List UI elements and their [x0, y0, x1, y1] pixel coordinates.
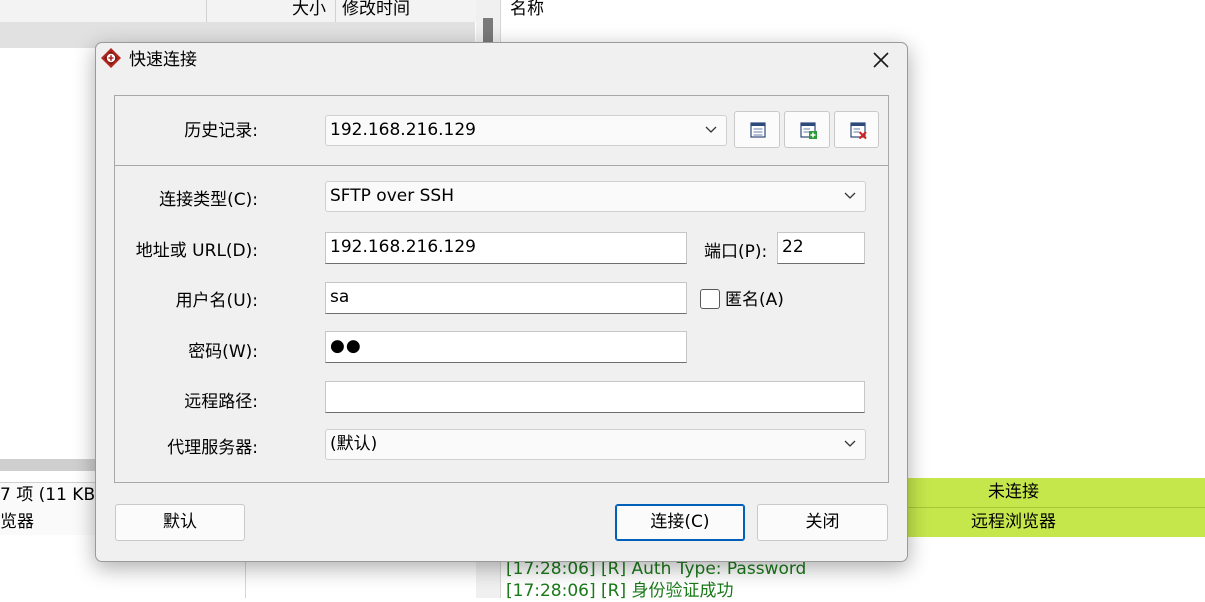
local-browser-label: 览器 [0, 512, 34, 532]
username-label: 用户名(U): [175, 291, 258, 311]
username-input[interactable]: sa [325, 282, 687, 314]
proxy-label: 代理服务器: [167, 438, 258, 458]
history-value: 192.168.216.129 [330, 120, 477, 140]
delete-entry-icon [850, 122, 867, 140]
address-input[interactable]: 192.168.216.129 [325, 232, 687, 264]
remote-path-input[interactable] [325, 381, 865, 413]
close-button[interactable]: 关闭 [757, 504, 888, 541]
remote-browser-label: 远程浏览器 [971, 512, 1056, 532]
remote-path-label: 远程路径: [184, 392, 258, 412]
scrollbar-thumb[interactable] [483, 18, 493, 44]
password-input[interactable]: ●● [325, 331, 687, 363]
port-label: 端口(P): [704, 242, 768, 262]
connection-type-label: 连接类型(C): [159, 190, 258, 210]
address-value: 192.168.216.129 [330, 237, 477, 257]
history-label: 历史记录: [184, 121, 258, 141]
anonymous-checkbox[interactable] [700, 289, 720, 309]
dialog-title: 快速连接 [129, 50, 197, 70]
history-manage-button[interactable] [734, 111, 780, 148]
chevron-down-icon [844, 192, 856, 199]
local-status-text: 7 项 (11 KB / [0, 485, 107, 505]
close-icon[interactable] [866, 46, 896, 74]
column-divider [335, 0, 336, 22]
connection-type-select[interactable]: SFTP over SSH [325, 181, 866, 212]
password-mask: ●● [330, 336, 362, 356]
chevron-down-icon [844, 440, 856, 447]
anonymous-label[interactable]: 匿名(A) [725, 288, 784, 312]
port-input[interactable]: 22 [777, 232, 865, 264]
remote-browser-tab[interactable]: 远程浏览器 [906, 508, 1205, 537]
username-value: sa [330, 287, 350, 307]
chevron-down-icon [705, 126, 717, 133]
local-status-bar: 7 项 (11 KB / [0, 482, 106, 510]
proxy-value: (默认) [330, 434, 378, 454]
port-value: 22 [782, 237, 804, 257]
list-icon [750, 122, 766, 138]
column-header-name[interactable]: 名称 [510, 0, 544, 21]
remote-status-bar: 未连接 [906, 478, 1205, 507]
column-divider [206, 0, 207, 22]
group-separator [115, 165, 888, 166]
remote-status-text: 未连接 [988, 482, 1039, 502]
proxy-select[interactable]: (默认) [325, 429, 866, 460]
address-label: 地址或 URL(D): [135, 241, 258, 261]
column-header-size[interactable]: 大小 [292, 0, 326, 21]
app-logo-icon [100, 47, 122, 69]
history-add-button[interactable] [784, 111, 830, 148]
local-browser-tab[interactable]: 览器 [0, 509, 100, 535]
connect-button[interactable]: 连接(C) [615, 504, 745, 541]
local-horizontal-scrollbar[interactable] [0, 459, 100, 471]
history-combobox[interactable]: 192.168.216.129 [325, 115, 727, 146]
default-button[interactable]: 默认 [115, 504, 245, 541]
password-label: 密码(W): [188, 342, 258, 362]
history-delete-button[interactable] [834, 111, 879, 148]
column-header-mtime[interactable]: 修改时间 [342, 0, 410, 21]
add-entry-icon [800, 122, 817, 139]
connection-type-value: SFTP over SSH [330, 186, 454, 206]
log-line: [17:28:06] [R] 身份验证成功 [506, 581, 734, 601]
